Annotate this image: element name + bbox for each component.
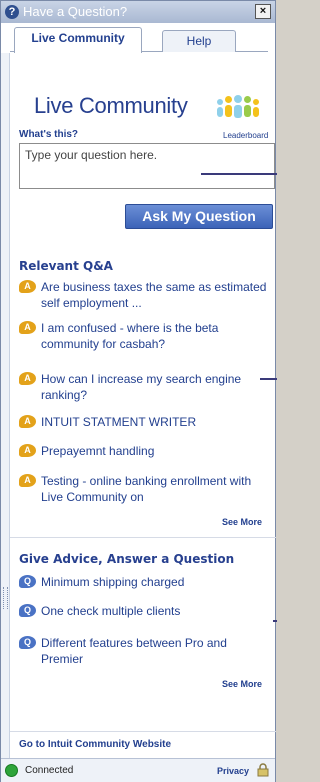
community-website-link[interactable]: Go to Intuit Community Website — [19, 739, 171, 751]
annotation-line — [201, 173, 277, 175]
question-bubble-icon: Q — [19, 636, 36, 649]
resize-grip-icon[interactable] — [3, 587, 8, 609]
qa-item-link[interactable]: I am confused - where is the beta commun… — [41, 320, 269, 352]
relevant-qa-heading: Relevant Q&A — [19, 259, 113, 273]
title-bar[interactable]: ? Have a Question? × — [1, 1, 275, 23]
connected-status-icon — [5, 764, 18, 777]
status-bar: Connected Privacy — [1, 758, 275, 782]
question-input[interactable]: Type your question here. — [19, 143, 275, 189]
annotation-line — [260, 378, 277, 380]
help-circle-icon: ? — [5, 5, 19, 19]
section-divider — [10, 731, 276, 732]
whats-this-link[interactable]: What's this? — [19, 129, 78, 141]
privacy-link[interactable]: Privacy — [217, 765, 249, 777]
see-more-qa-link[interactable]: See More — [222, 517, 262, 528]
qa-item-link[interactable]: Are business taxes the same as estimated… — [41, 279, 269, 311]
answer-bubble-icon: A — [19, 474, 36, 487]
live-community-window: ? Have a Question? × Live Community Help… — [0, 0, 277, 782]
advice-item-link[interactable]: One check multiple clients — [41, 603, 269, 619]
question-bubble-icon: Q — [19, 575, 36, 588]
lock-icon — [257, 763, 269, 777]
advice-item-link[interactable]: Different features between Pro and Premi… — [41, 635, 269, 667]
answer-bubble-icon: A — [19, 321, 36, 334]
question-bubble-icon: Q — [19, 604, 36, 617]
answer-bubble-icon: A — [19, 280, 36, 293]
answer-bubble-icon: A — [19, 415, 36, 428]
status-text: Connected — [25, 765, 74, 776]
tab-help[interactable]: Help — [162, 30, 236, 52]
panel-resize-strip[interactable] — [1, 53, 10, 758]
give-advice-heading: Give Advice, Answer a Question — [19, 552, 235, 566]
answer-bubble-icon: A — [19, 444, 36, 457]
ask-my-question-button[interactable]: Ask My Question — [125, 204, 273, 229]
qa-item-link[interactable]: Testing - online banking enrollment with… — [41, 473, 269, 505]
qa-item-link[interactable]: Prepayemnt handling — [41, 443, 269, 459]
answer-bubble-icon: A — [19, 372, 36, 385]
section-divider — [10, 537, 276, 538]
close-button[interactable]: × — [255, 4, 271, 19]
tab-strip: Live Community Help — [10, 26, 268, 53]
leaderboard-link[interactable]: Leaderboard — [223, 131, 268, 141]
tab-live-community[interactable]: Live Community — [14, 27, 142, 53]
people-dots-icon — [215, 95, 265, 119]
qa-item-link[interactable]: How can I increase my search engine rank… — [41, 371, 269, 403]
qa-item-link[interactable]: INTUIT STATMENT WRITER — [41, 414, 269, 430]
annotation-line — [273, 620, 277, 622]
live-community-logo: Live Community — [34, 93, 264, 123]
advice-item-link[interactable]: Minimum shipping charged — [41, 574, 269, 590]
see-more-advice-link[interactable]: See More — [222, 679, 262, 690]
window-title: Have a Question? — [23, 4, 128, 19]
